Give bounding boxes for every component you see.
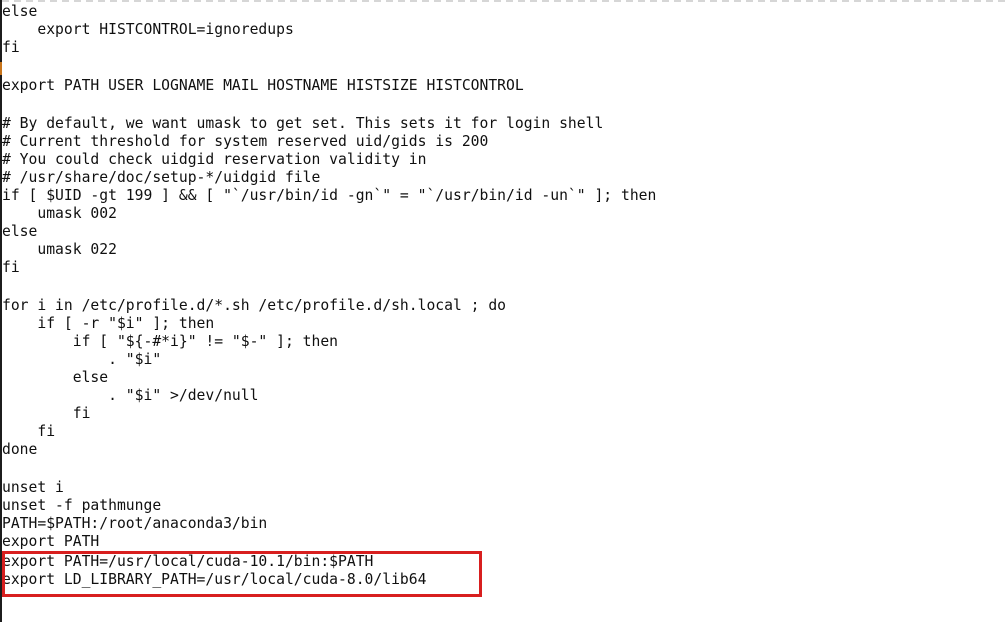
code-line: # Current threshold for system reserved … bbox=[2, 133, 489, 150]
code-line: umask 022 bbox=[2, 241, 117, 258]
code-line: export LD_LIBRARY_PATH=/usr/local/cuda-8… bbox=[2, 571, 427, 588]
code-line: export PATH bbox=[2, 533, 100, 550]
code-line: # By default, we want umask to get set. … bbox=[2, 115, 604, 132]
code-line: export PATH=/usr/local/cuda-10.1/bin:$PA… bbox=[2, 553, 374, 570]
code-line: if [ $UID -gt 199 ] && [ "`/usr/bin/id -… bbox=[2, 187, 657, 204]
code-line: export HISTCONTROL=ignoredups bbox=[2, 21, 294, 38]
code-line: done bbox=[2, 441, 38, 458]
code-line: fi bbox=[2, 405, 91, 422]
code-line: else bbox=[2, 369, 109, 386]
code-line: unset -f pathmunge bbox=[2, 497, 162, 514]
code-text-area[interactable]: else export HISTCONTROL=ignoredups fi expo… bbox=[2, 0, 1008, 622]
script-viewport: else export HISTCONTROL=ignoredups fi expo… bbox=[0, 0, 1008, 622]
code-line: umask 002 bbox=[2, 205, 117, 222]
code-line: for i in /etc/profile.d/*.sh /etc/profil… bbox=[2, 297, 507, 314]
code-line: . "$i" bbox=[2, 351, 162, 368]
code-line: PATH=$PATH:/root/anaconda3/bin bbox=[2, 515, 268, 532]
code-line: fi bbox=[2, 423, 56, 440]
code-line: fi bbox=[2, 39, 20, 56]
code-line: if [ "${-#*i}" != "$-" ]; then bbox=[2, 333, 339, 350]
code-line: # You could check uidgid reservation val… bbox=[2, 151, 427, 168]
code-line: else bbox=[2, 3, 38, 20]
code-line: # /usr/share/doc/setup-*/uidgid file bbox=[2, 169, 321, 186]
code-line: else bbox=[2, 223, 38, 240]
code-line: if [ -r "$i" ]; then bbox=[2, 315, 215, 332]
code-line: fi bbox=[2, 259, 20, 276]
code-line: export PATH USER LOGNAME MAIL HOSTNAME H… bbox=[2, 77, 524, 94]
code-line: . "$i" >/dev/null bbox=[2, 387, 259, 404]
code-line: unset i bbox=[2, 479, 64, 496]
